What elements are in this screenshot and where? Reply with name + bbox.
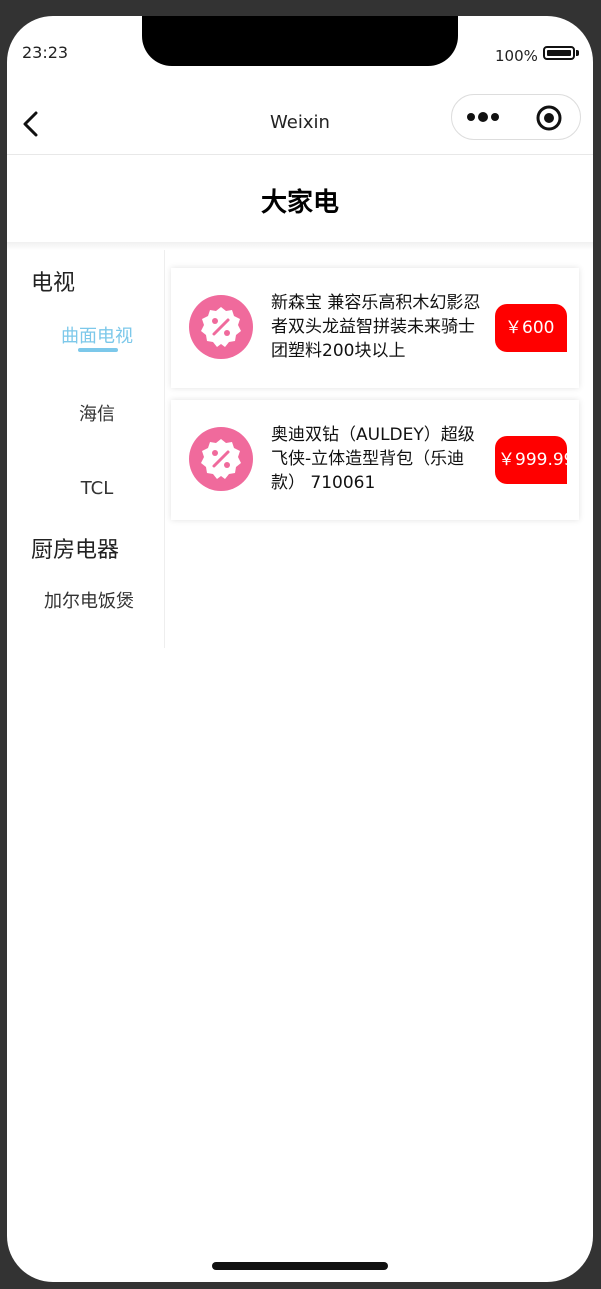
sidebar-item-rice-cooker[interactable]: 加尔电饭煲 <box>7 587 179 613</box>
active-tab-indicator <box>78 348 118 352</box>
discount-badge-icon <box>189 427 253 491</box>
sidebar-item-tcl[interactable]: TCL <box>7 478 187 499</box>
sidebar-item-hisense[interactable]: 海信 <box>7 400 187 426</box>
target-circle-icon[interactable] <box>535 104 563 132</box>
battery-tip <box>576 50 579 56</box>
product-card[interactable]: 奥迪双钻（AULDEY）超级飞侠-立体造型背包（乐迪款） 710061 ￥999… <box>171 400 579 520</box>
home-indicator[interactable] <box>212 1262 388 1270</box>
capsule-menu <box>451 94 581 140</box>
title-divider-shadow <box>7 242 593 250</box>
page-title: 大家电 <box>260 188 339 218</box>
status-time: 23:23 <box>22 43 69 62</box>
battery-icon <box>543 46 575 60</box>
sidebar-item-curved-tv[interactable]: 曲面电视 <box>7 322 187 348</box>
mini-program-navbar: Weixin <box>7 92 593 155</box>
price-button[interactable]: ￥999.99 <box>495 436 567 484</box>
battery-percent: 100% <box>495 47 538 65</box>
category-title-tv: 电视 <box>31 271 76 296</box>
discount-badge-icon <box>189 295 253 359</box>
battery-level <box>547 50 571 56</box>
product-name: 奥迪双钻（AULDEY）超级飞侠-立体造型背包（乐迪款） 710061 <box>271 425 475 493</box>
device-notch <box>142 16 458 66</box>
phone-screen: 23:23 100% Weixin 大家电 电视 曲面电视 海信 TCL 厨房电… <box>7 16 593 1282</box>
category-title-kitchen: 厨房电器 <box>31 538 120 563</box>
product-card[interactable]: 新森宝 兼容乐高积木幻影忍者双头龙益智拼装未来骑士团塑料200块以上 ￥600 <box>171 268 579 388</box>
product-name: 新森宝 兼容乐高积木幻影忍者双头龙益智拼装未来骑士团塑料200块以上 <box>271 293 481 361</box>
more-dots-icon[interactable] <box>466 105 506 129</box>
category-sidebar: 电视 曲面电视 海信 TCL 厨房电器 加尔电饭煲 <box>7 250 165 648</box>
price-button[interactable]: ￥600 <box>495 304 567 352</box>
